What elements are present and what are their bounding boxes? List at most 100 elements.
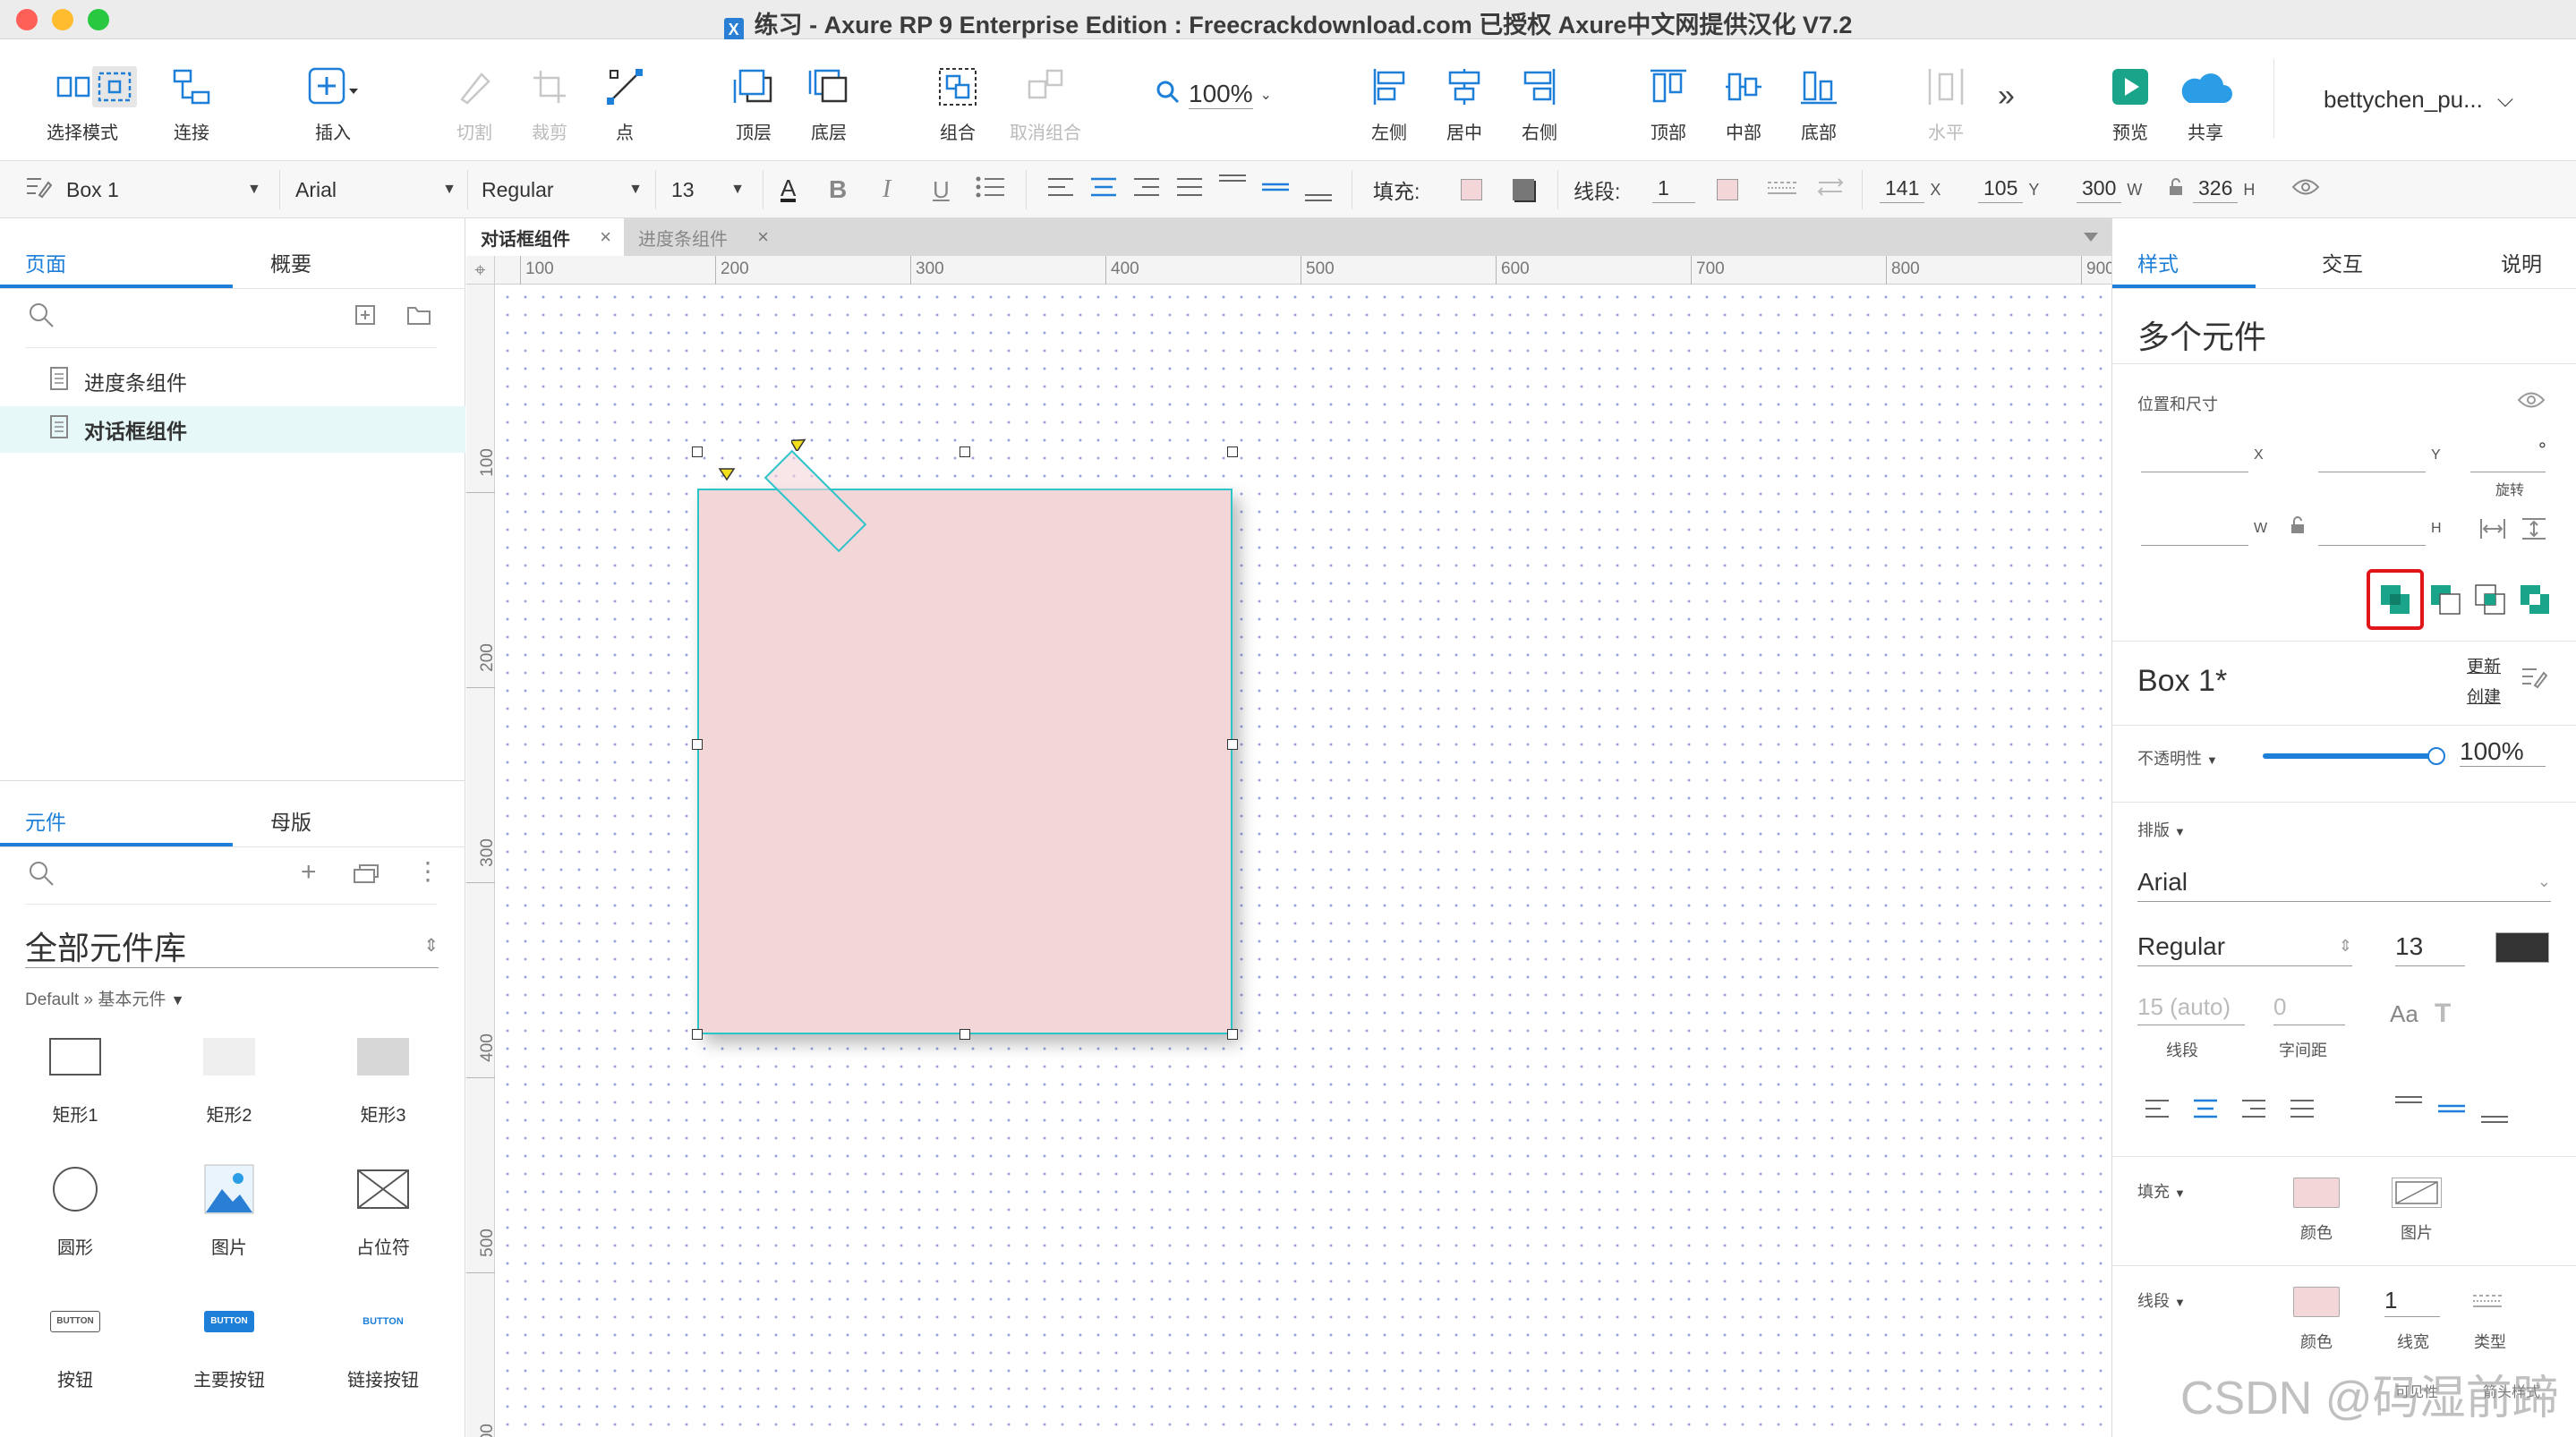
send-back-button[interactable]: 底层 [784, 64, 874, 144]
fit-width-icon[interactable] [2479, 517, 2506, 545]
italic-button[interactable]: I [883, 161, 891, 218]
align-text-justify-icon[interactable] [2290, 1099, 2315, 1123]
widget-rect1[interactable]: 矩形1 [25, 1024, 125, 1127]
font-size-select[interactable]: 13 ▼ [671, 161, 745, 218]
update-style-link[interactable]: 更新 [2467, 653, 2501, 677]
ruler-origin-crosshair-icon[interactable]: ⌖ [466, 256, 495, 285]
resize-handle[interactable] [960, 1029, 970, 1040]
lock-icon[interactable] [2290, 515, 2306, 540]
library-copy-icon[interactable] [353, 863, 380, 889]
element-name-field[interactable]: Box 1 [25, 161, 119, 218]
connect-button[interactable]: 连接 [147, 64, 236, 144]
zoom-control[interactable]: 100% ⌄ [1155, 79, 1272, 110]
stroke-color-swatch[interactable] [1717, 161, 1738, 218]
group-button[interactable]: 组合 [913, 64, 1002, 144]
font-size-field[interactable]: 13 [2395, 927, 2465, 966]
align-right-button[interactable]: 右侧 [1495, 64, 1584, 144]
stroke-width-field[interactable]: 1 [1652, 161, 1695, 218]
arrow-style-button[interactable] [1815, 161, 1846, 218]
h-field[interactable] [2318, 514, 2426, 546]
align-text-justify-icon[interactable] [1176, 177, 1203, 202]
font-family-select[interactable]: Arial ⌄ [2137, 863, 2551, 902]
tab-interactions[interactable]: 交互 [2322, 247, 2363, 277]
edit-style-icon[interactable] [2521, 666, 2548, 693]
bold-button[interactable]: B [829, 161, 847, 218]
w-field[interactable] [2141, 514, 2248, 546]
text-color-button[interactable]: A [780, 161, 797, 218]
valign-bottom-icon[interactable] [1303, 172, 1334, 208]
rotation-field[interactable] [2470, 440, 2546, 472]
font-weight-select[interactable]: Regular ▼ [482, 161, 643, 218]
tab-dialog-page[interactable]: 对话框组件 × [466, 218, 624, 256]
library-path[interactable]: Default » 基本元件 ▼ [25, 986, 184, 1010]
letter-spacing-field[interactable]: 0 [2273, 993, 2345, 1025]
share-button[interactable]: 共享 [2161, 64, 2250, 144]
font-family-select[interactable]: Arial ▼ [295, 161, 456, 218]
library-select[interactable]: 全部元件库 ⇕ [25, 923, 439, 968]
width-field[interactable]: 300 W [2077, 161, 2142, 218]
union-shapes-icon[interactable] [2379, 583, 2411, 620]
widget-primary-button[interactable]: BUTTON 主要按钮 [179, 1288, 279, 1391]
close-tab-icon[interactable]: × [600, 225, 611, 249]
widget-link-button[interactable]: BUTTON 链接按钮 [333, 1288, 433, 1391]
stroke-type-icon[interactable] [2472, 1292, 2503, 1316]
line-height-field[interactable]: 15 (auto) [2137, 993, 2245, 1025]
page-item-selected[interactable]: 对话框组件 [0, 406, 465, 453]
visibility-toggle[interactable] [2291, 161, 2320, 218]
rotate-handle-icon[interactable] [718, 467, 736, 486]
search-icon[interactable] [27, 301, 55, 334]
point-button[interactable]: 点 [580, 64, 670, 144]
widget-rect3[interactable]: 矩形3 [333, 1024, 433, 1127]
align-text-center-icon[interactable] [2193, 1099, 2218, 1123]
search-icon[interactable] [27, 859, 55, 892]
more-options-icon[interactable]: ⋮ [415, 859, 440, 884]
widget-circle[interactable]: 圆形 [25, 1156, 125, 1259]
opacity-value-field[interactable]: 100% [2460, 737, 2546, 767]
widget-image[interactable]: 图片 [179, 1156, 279, 1259]
intersect-select-icon-wrap[interactable] [70, 64, 159, 109]
tab-progress-page[interactable]: 进度条组件 × [624, 218, 781, 256]
tab-outline[interactable]: 概要 [270, 247, 311, 277]
bullet-list-button[interactable] [976, 161, 1006, 218]
page-item[interactable]: 进度条组件 [0, 358, 465, 404]
fill-color-swatch[interactable] [2293, 1178, 2340, 1208]
resize-handle[interactable] [692, 446, 703, 457]
underline-button[interactable]: U [933, 161, 950, 218]
distribute-horizontal-button[interactable]: 水平 [1901, 64, 1991, 144]
widget-button[interactable]: BUTTON 按钮 [25, 1288, 125, 1391]
resize-handle[interactable] [1227, 1029, 1238, 1040]
stroke-pattern-button[interactable] [1767, 161, 1797, 218]
intersect-shapes-icon[interactable] [2474, 583, 2506, 620]
subtract-shapes-icon[interactable] [2429, 583, 2461, 620]
close-tab-icon[interactable]: × [757, 225, 769, 249]
resize-handle[interactable] [1227, 739, 1238, 750]
tab-widgets[interactable]: 元件 [25, 805, 66, 836]
tab-notes[interactable]: 说明 [2501, 247, 2542, 277]
ungroup-button[interactable]: 取消组合 [1001, 64, 1090, 144]
resize-handle[interactable] [1227, 446, 1238, 457]
tab-masters[interactable]: 母版 [270, 805, 311, 836]
align-text-right-icon[interactable] [2241, 1099, 2266, 1123]
widget-placeholder[interactable]: 占位符 [333, 1156, 433, 1259]
valign-top-icon[interactable] [2393, 1093, 2424, 1128]
lock-ratio-button[interactable] [2168, 161, 2184, 218]
shadow-button[interactable] [1513, 161, 1534, 218]
height-field[interactable]: 326 H [2193, 161, 2255, 218]
box-1-element[interactable] [697, 489, 1233, 1034]
more-tools-icon[interactable]: » [1998, 79, 2015, 114]
align-text-left-icon[interactable] [2145, 1099, 2170, 1123]
valign-middle-icon[interactable] [1260, 172, 1291, 208]
valign-top-icon[interactable] [1217, 172, 1248, 208]
y-position-field[interactable]: 105 Y [1978, 161, 2039, 218]
eye-icon[interactable] [2517, 390, 2546, 414]
widget-rect2[interactable]: 矩形2 [179, 1024, 279, 1127]
tab-pages[interactable]: 页面 [25, 247, 66, 277]
x-field[interactable] [2141, 440, 2248, 472]
corner-radius-handle-icon[interactable] [789, 435, 807, 455]
resize-handle[interactable] [692, 739, 703, 750]
add-library-icon[interactable]: + [301, 857, 317, 888]
y-field[interactable] [2318, 440, 2426, 472]
stroke-color-swatch[interactable] [2293, 1287, 2340, 1317]
add-page-icon[interactable] [354, 304, 376, 330]
tabs-overflow-icon[interactable] [2083, 231, 2099, 247]
